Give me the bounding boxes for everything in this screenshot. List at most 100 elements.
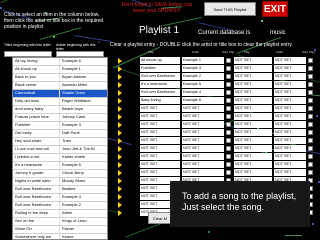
playlist-artist-cell[interactable]: Example 2 bbox=[182, 73, 224, 80]
song-list-row[interactable]: Dirty old town Roger Whittaker bbox=[13, 98, 107, 106]
autoplay-checkbox-2[interactable] bbox=[308, 98, 313, 103]
playlist-artist-cell[interactable]: NOT SET bbox=[182, 145, 224, 152]
autoplay-checkbox-2[interactable] bbox=[308, 106, 313, 111]
song-list-row[interactable]: Roll over Beethoven Example 4 bbox=[13, 194, 107, 202]
song-list[interactable]: All my loving Example 6 All shook up Exampl… bbox=[12, 57, 108, 240]
autoplay-checkbox-2[interactable] bbox=[308, 58, 313, 63]
song-list-row[interactable]: Shine On Flamer bbox=[13, 226, 107, 234]
playlist-title-cell-2[interactable]: NOT SET bbox=[234, 145, 272, 152]
song-list-row[interactable]: All shook up Example 1 bbox=[13, 66, 107, 74]
playlist-artist-cell-2[interactable]: NOT SET bbox=[274, 153, 306, 160]
autoplay-checkbox-2[interactable] bbox=[308, 162, 313, 167]
playlist-title-cell-2[interactable]: NOT SET bbox=[234, 89, 272, 96]
playlist-artist-cell-2[interactable]: NOT SET bbox=[274, 145, 306, 152]
autoplay-checkbox[interactable] bbox=[226, 122, 231, 127]
playlist-title-cell[interactable]: NOT SET bbox=[140, 169, 180, 176]
song-list-row[interactable]: Hey soul sister Train bbox=[13, 138, 107, 146]
song-list-row[interactable]: I Love rock and roll Joan Jett & The Bl bbox=[13, 146, 107, 154]
song-list-row[interactable]: Cannonball Shakin Goes bbox=[13, 90, 107, 98]
playlist-title-cell[interactable]: Baby loving bbox=[140, 97, 180, 104]
autoplay-checkbox-2[interactable] bbox=[308, 114, 313, 119]
playlist-artist-cell-2[interactable]: NOT SET bbox=[274, 89, 306, 96]
playlist-artist-cell[interactable]: NOT SET bbox=[182, 113, 224, 120]
playlist-artist-cell[interactable]: Example 5 bbox=[182, 81, 224, 88]
autoplay-checkbox[interactable] bbox=[226, 98, 231, 103]
autoplay-checkbox-2[interactable] bbox=[308, 66, 313, 71]
autoplay-checkbox-2[interactable] bbox=[308, 74, 313, 79]
autoplay-checkbox-2[interactable] bbox=[308, 170, 313, 175]
playlist-title-cell-2[interactable]: NOT SET bbox=[234, 73, 272, 80]
playlist-title-cell-2[interactable]: NOT SET bbox=[234, 161, 272, 168]
playlist-artist-cell[interactable]: NOT SET bbox=[182, 105, 224, 112]
playlist-artist-cell[interactable]: NOT SET bbox=[182, 121, 224, 128]
exit-button[interactable]: EXIT bbox=[262, 1, 288, 17]
playlist-title-cell-2[interactable]: NOT SET bbox=[234, 113, 272, 120]
playlist-title-cell[interactable]: NOT SET bbox=[140, 145, 180, 152]
song-list-row[interactable]: dont worry baby Beach boys bbox=[13, 106, 107, 114]
playlist-artist-cell-2[interactable]: NOT SET bbox=[274, 73, 306, 80]
playlist-artist-cell[interactable]: NOT SET bbox=[182, 161, 224, 168]
playlist-title-cell[interactable]: Fuebilee bbox=[140, 65, 180, 72]
autoplay-checkbox[interactable] bbox=[226, 130, 231, 135]
playlist-artist-cell[interactable]: NOT SET bbox=[182, 169, 224, 176]
playlist-artist-cell[interactable]: Example 6 bbox=[182, 97, 224, 104]
autoplay-checkbox[interactable] bbox=[226, 58, 231, 63]
song-list-row[interactable]: I predict a riot Kaiser chiefs bbox=[13, 154, 107, 162]
song-list-row[interactable]: Roll over Beethoven Example 2 bbox=[13, 202, 107, 210]
song-list-row[interactable]: Fuebilee Example 3 bbox=[13, 122, 107, 130]
playlist-artist-cell-2[interactable]: NOT SET bbox=[274, 57, 306, 64]
playlist-title-cell[interactable]: Roll over Beethoven bbox=[140, 73, 180, 80]
autoplay-checkbox-2[interactable] bbox=[308, 130, 313, 135]
autoplay-checkbox[interactable] bbox=[226, 66, 231, 71]
playlist-title-cell-2[interactable]: NOT SET bbox=[234, 65, 272, 72]
playlist-title-cell-2[interactable]: NOT SET bbox=[234, 129, 272, 136]
song-list-row[interactable]: Folsum prison blue Johnny Cash bbox=[13, 114, 107, 122]
playlist-title-cell-2[interactable]: NOT SET bbox=[234, 121, 272, 128]
song-list-row[interactable]: Black velvet Alannah Miles bbox=[13, 82, 107, 90]
song-list-row[interactable]: Get lucky Daft Punk bbox=[13, 130, 107, 138]
clear-mode-button[interactable]: Clear M bbox=[148, 212, 172, 224]
song-list-row[interactable]: Sex on fire Kings of Leon bbox=[13, 218, 107, 226]
playlist-artist-cell-2[interactable]: NOT SET bbox=[274, 121, 306, 128]
song-list-row[interactable]: Nights in white satin Moody Blues bbox=[13, 178, 107, 186]
playlist-artist-cell-2[interactable]: NOT SET bbox=[274, 81, 306, 88]
playlist-artist-cell-2[interactable]: NOT SET bbox=[274, 97, 306, 104]
autoplay-checkbox[interactable] bbox=[226, 170, 231, 175]
autoplay-checkbox[interactable] bbox=[226, 106, 231, 111]
song-list-row[interactable]: Rolling in the deep Adele bbox=[13, 210, 107, 218]
playlist-title-cell[interactable]: NOT SET bbox=[140, 113, 180, 120]
playlist-artist-cell-2[interactable]: NOT SET bbox=[274, 169, 306, 176]
autoplay-checkbox-2[interactable] bbox=[308, 154, 313, 159]
save-playlist-button[interactable]: Save THIS Playlist bbox=[204, 2, 256, 16]
playlist-artist-cell-2[interactable]: NOT SET bbox=[274, 161, 306, 168]
autoplay-checkbox-2[interactable] bbox=[308, 90, 313, 95]
autoplay-checkbox[interactable] bbox=[226, 82, 231, 87]
playlist-artist-cell-2[interactable]: NOT SET bbox=[274, 105, 306, 112]
playlist-title-cell[interactable]: It's a heartache bbox=[140, 81, 180, 88]
playlist-artist-cell-2[interactable]: NOT SET bbox=[274, 137, 306, 144]
playlist-title-cell-2[interactable]: NOT SET bbox=[234, 169, 272, 176]
playlist-artist-cell-2[interactable]: NOT SET bbox=[274, 65, 306, 72]
playlist-artist-cell[interactable]: Example 3 bbox=[182, 65, 224, 72]
autoplay-checkbox[interactable] bbox=[226, 114, 231, 119]
playlist-title-cell[interactable]: NOT SET bbox=[140, 129, 180, 136]
song-list-row[interactable]: Roll over Beethoven Beatles bbox=[13, 186, 107, 194]
autoplay-checkbox-2[interactable] bbox=[308, 82, 313, 87]
autoplay-checkbox[interactable] bbox=[226, 90, 231, 95]
autoplay-checkbox[interactable] bbox=[226, 146, 231, 151]
song-list-row[interactable]: Back to you Bryan Adams bbox=[13, 74, 107, 82]
playlist-title-cell-2[interactable]: NOT SET bbox=[234, 57, 272, 64]
playlist-artist-cell[interactable]: NOT SET bbox=[182, 129, 224, 136]
playlist-title-cell[interactable]: NOT SET bbox=[140, 153, 180, 160]
autoplay-checkbox[interactable] bbox=[226, 154, 231, 159]
song-list-row[interactable]: Johnny b goode Chuck Berry bbox=[13, 170, 107, 178]
autoplay-checkbox-2[interactable] bbox=[308, 122, 313, 127]
song-list-row[interactable]: All my loving Example 6 bbox=[13, 58, 107, 66]
autoplay-checkbox[interactable] bbox=[226, 138, 231, 143]
playlist-artist-cell-2[interactable]: NOT SET bbox=[274, 113, 306, 120]
autoplay-checkbox-2[interactable] bbox=[308, 138, 313, 143]
playlist-title-cell-2[interactable]: NOT SET bbox=[234, 97, 272, 104]
playlist-title-cell-2[interactable]: NOT SET bbox=[234, 153, 272, 160]
song-list-row[interactable]: Somewhere only we Keane bbox=[13, 234, 107, 239]
playlist-title-cell-2[interactable]: NOT SET bbox=[234, 105, 272, 112]
